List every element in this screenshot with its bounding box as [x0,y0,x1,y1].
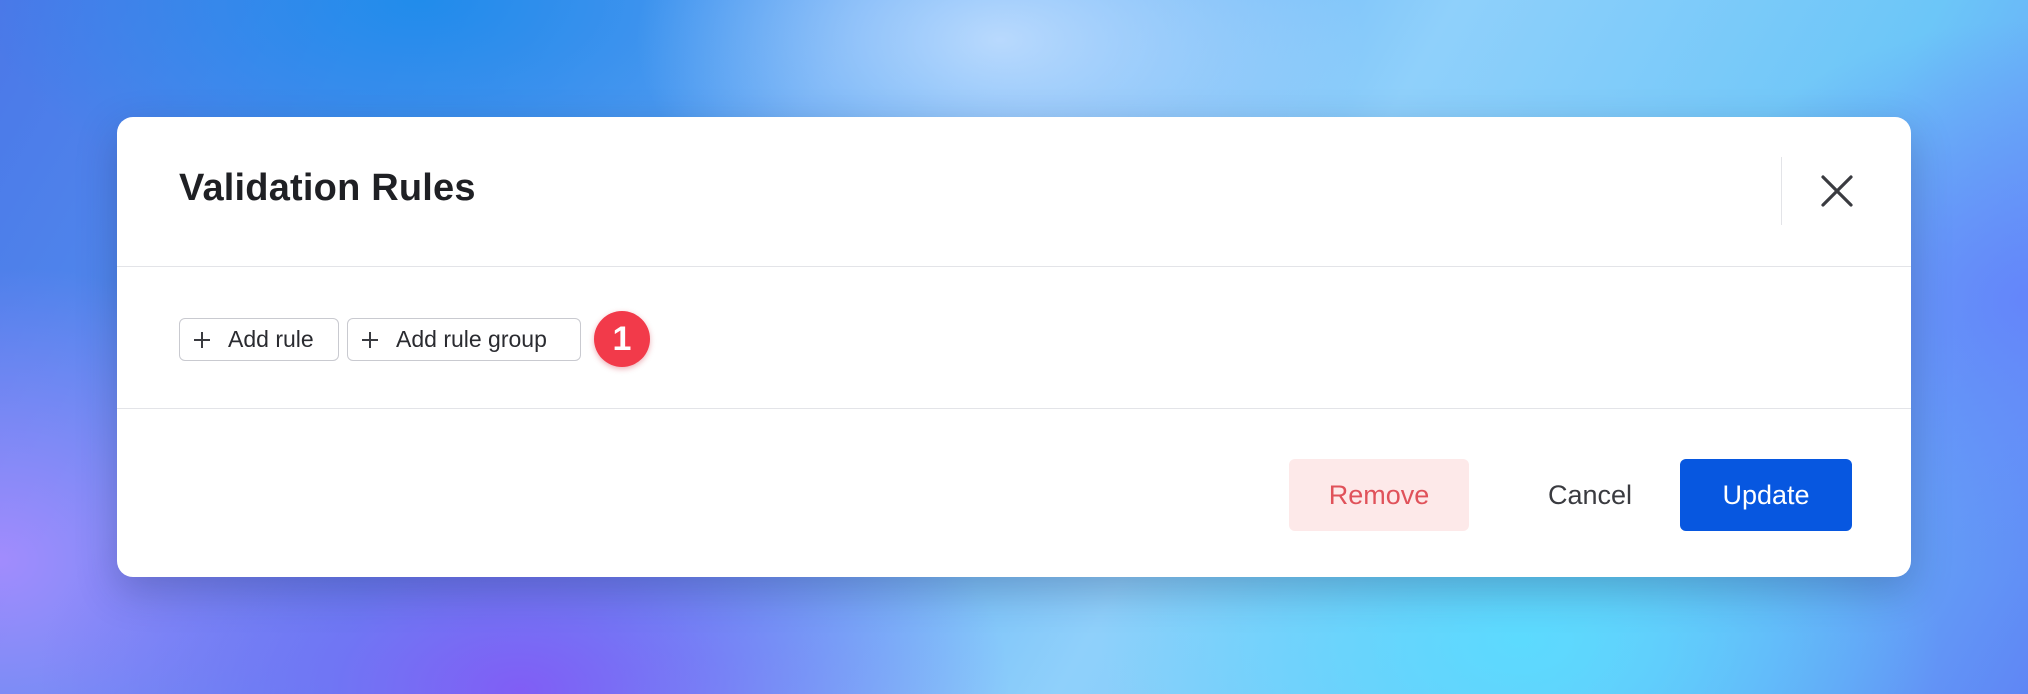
header-divider [1781,157,1782,225]
close-button[interactable] [1817,171,1857,211]
plus-icon [192,330,212,350]
dialog-title: Validation Rules [179,167,476,209]
cancel-button[interactable]: Cancel [1495,459,1685,531]
dialog-footer: Remove Cancel Update [117,409,1911,577]
dialog-body: Add rule Add rule group 1 [117,267,1911,409]
validation-rules-dialog: Validation Rules Add rule Add rule group… [117,117,1911,577]
annotation-badge: 1 [594,311,650,367]
update-button[interactable]: Update [1680,459,1852,531]
add-rule-label: Add rule [228,326,314,352]
dialog-header: Validation Rules [117,117,1911,267]
plus-icon [360,330,380,350]
close-icon [1821,175,1853,207]
remove-button[interactable]: Remove [1289,459,1469,531]
add-rule-group-button[interactable]: Add rule group [347,318,581,361]
add-rule-group-label: Add rule group [396,326,547,352]
add-rule-button[interactable]: Add rule [179,318,339,361]
